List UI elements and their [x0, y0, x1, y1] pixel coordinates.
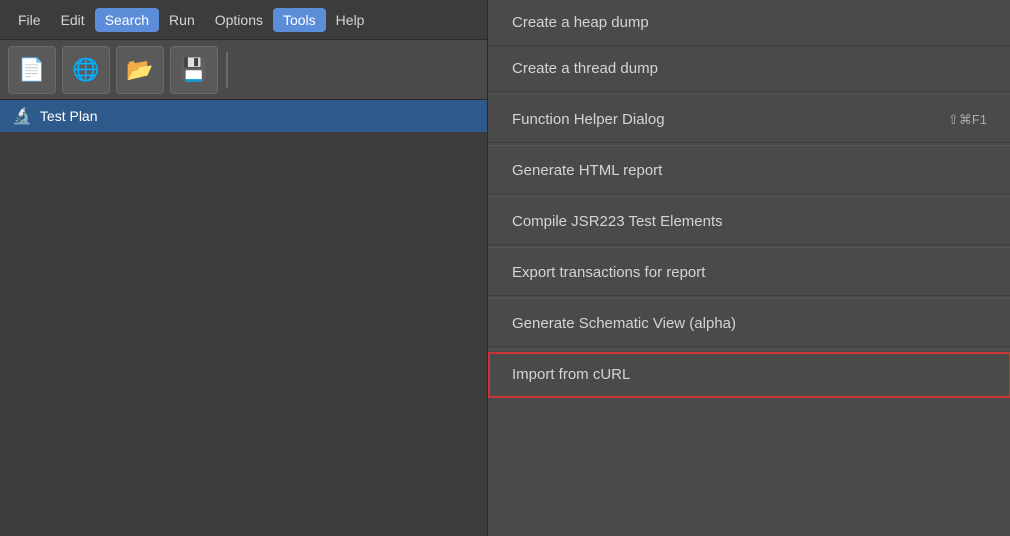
menu-separator-6 — [488, 349, 1010, 350]
menu-item-import-curl-label: Import from cURL — [512, 366, 630, 383]
toolbar-separator — [226, 52, 228, 88]
menu-separator-3 — [488, 196, 1010, 197]
menu-item-import-curl[interactable]: Import from cURL — [488, 352, 1010, 398]
tree-item-label: Test Plan — [40, 108, 98, 124]
menu-file[interactable]: File — [8, 8, 51, 32]
menu-options[interactable]: Options — [205, 8, 273, 32]
menu-tools[interactable]: Tools — [273, 8, 326, 32]
menu-edit[interactable]: Edit — [51, 8, 95, 32]
menu-separator-1 — [488, 94, 1010, 95]
folder-icon: 📂 — [126, 57, 153, 83]
tools-dropdown-overlay: Create a heap dump Create a thread dump … — [487, 0, 1010, 536]
menu-help[interactable]: Help — [326, 8, 375, 32]
menu-item-thread-dump[interactable]: Create a thread dump — [488, 46, 1010, 92]
tools-dropdown-menu: Create a heap dump Create a thread dump … — [488, 0, 1010, 398]
toolbar-save-button[interactable]: 💾 — [170, 46, 218, 94]
menu-item-export-transactions-label: Export transactions for report — [512, 264, 705, 281]
menu-run[interactable]: Run — [159, 8, 205, 32]
menu-item-export-transactions[interactable]: Export transactions for report — [488, 250, 1010, 296]
menu-item-heap-dump[interactable]: Create a heap dump — [488, 0, 1010, 46]
menu-item-html-report[interactable]: Generate HTML report — [488, 148, 1010, 194]
save-icon: 💾 — [180, 57, 207, 83]
menu-search[interactable]: Search — [95, 8, 159, 32]
menu-separator-4 — [488, 247, 1010, 248]
menu-item-html-report-label: Generate HTML report — [512, 162, 662, 179]
menu-item-schematic-view-label: Generate Schematic View (alpha) — [512, 315, 736, 332]
menu-item-function-helper-label: Function Helper Dialog — [512, 111, 665, 128]
left-panel: 🔬 Test Plan — [0, 100, 487, 536]
menu-item-heap-dump-label: Create a heap dump — [512, 14, 649, 31]
menu-item-function-helper-shortcut: ⇧⌘F1 — [948, 112, 987, 128]
menu-item-function-helper[interactable]: Function Helper Dialog ⇧⌘F1 — [488, 97, 1010, 143]
menu-item-compile-jsr-label: Compile JSR223 Test Elements — [512, 213, 723, 230]
globe-icon: 🌐 — [72, 57, 99, 83]
tree-item-test-plan[interactable]: 🔬 Test Plan — [0, 100, 487, 132]
menu-item-thread-dump-label: Create a thread dump — [512, 60, 658, 77]
toolbar-extra-button[interactable] — [236, 46, 284, 94]
new-icon: 📄 — [18, 57, 45, 83]
toolbar-new-button[interactable]: 📄 — [8, 46, 56, 94]
menu-separator-2 — [488, 145, 1010, 146]
menu-item-compile-jsr[interactable]: Compile JSR223 Test Elements — [488, 199, 1010, 245]
toolbar-folder-button[interactable]: 📂 — [116, 46, 164, 94]
test-plan-icon: 🔬 — [12, 106, 32, 126]
toolbar-open-button[interactable]: 🌐 — [62, 46, 110, 94]
menu-item-schematic-view[interactable]: Generate Schematic View (alpha) — [488, 301, 1010, 347]
menu-separator-5 — [488, 298, 1010, 299]
